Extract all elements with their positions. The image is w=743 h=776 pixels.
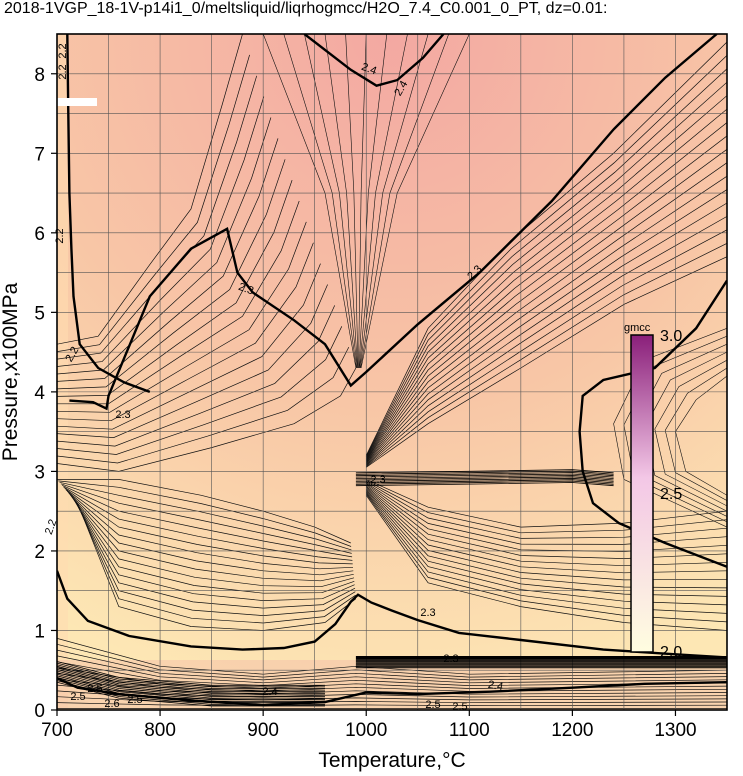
x-axis-ticks: 700 800 900 1000 1100 1200 1300 (41, 710, 697, 741)
y-tick-label: 6 (34, 224, 45, 245)
contour-label: 2.2 (57, 64, 69, 79)
colorbar-gradient (630, 334, 654, 653)
contour-label: 2.3 (443, 653, 458, 665)
x-tick-label: 800 (144, 720, 176, 741)
colorbar-title: gmcc (624, 322, 651, 334)
contour-label: 2.4 (262, 686, 277, 698)
left-band (57, 34, 68, 710)
colorbar-min-label: 2.0 (660, 644, 682, 661)
y-axis-label: Pressure,x100MPa (0, 282, 22, 461)
contour-chart: 2.22.22.22.22.22.32.32.32.32.32.32.42.42… (0, 33, 728, 772)
contour-label: 2.3 (370, 474, 385, 486)
x-tick-label: 1100 (449, 720, 490, 741)
contour-label: 2.3 (115, 409, 130, 421)
y-tick-label: 5 (34, 303, 45, 324)
x-tick-label: 700 (41, 720, 73, 741)
colorbar-max-label: 3.0 (660, 328, 682, 345)
contour-label: 2.5 (127, 694, 142, 706)
contour-label: 2.6 (104, 698, 119, 710)
y-tick-label: 8 (34, 65, 45, 86)
y-tick-label: 1 (34, 621, 45, 642)
contour-label: 2.2 (57, 43, 69, 58)
contour-label: 2.5 (452, 701, 467, 713)
contour-label: 2.5 (70, 691, 85, 703)
y-tick-label: 4 (34, 383, 45, 404)
y-tick-label: 0 (34, 701, 45, 722)
x-tick-label: 1300 (654, 720, 696, 741)
y-tick-label: 3 (34, 462, 45, 483)
contour-label: 2.5 (87, 683, 102, 695)
x-tick-label: 1000 (345, 720, 387, 741)
contour-label: 2.3 (420, 607, 435, 619)
x-tick-label: 900 (247, 720, 279, 741)
y-tick-label: 2 (34, 542, 45, 563)
colorbar-mid-label: 2.5 (660, 486, 682, 503)
white-marker (57, 98, 97, 106)
y-tick-label: 7 (34, 144, 45, 165)
x-axis-label: Temperature,°C (318, 749, 465, 772)
x-tick-label: 1200 (551, 720, 593, 741)
y-axis-ticks: 0 1 2 3 4 5 6 7 8 (34, 65, 57, 722)
contour-label: 2.2 (54, 228, 66, 243)
